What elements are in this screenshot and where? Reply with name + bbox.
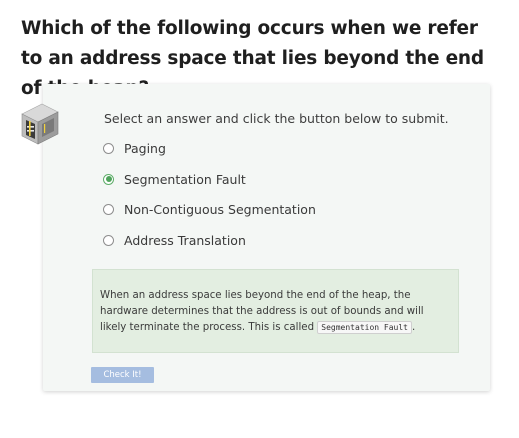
feedback-text-end: . [411,322,416,333]
option-label: Address Translation [124,232,246,248]
radio-button[interactable] [103,142,114,154]
option-label: Paging [124,140,166,156]
quiz-instructions: Select an answer and click the button be… [104,111,449,126]
option-address-translation[interactable]: Address Translation [103,231,246,249]
quiz-server-icon [21,103,59,145]
check-it-button[interactable]: Check It! [91,367,154,383]
feedback-code: Segmentation Fault [317,321,412,334]
option-segmentation-fault[interactable]: Segmentation Fault [103,170,246,188]
feedback-box: When an address space lies beyond the en… [92,269,459,353]
radio-button-selected[interactable] [103,173,114,185]
radio-button[interactable] [103,203,114,215]
option-label: Segmentation Fault [124,171,246,187]
option-non-contiguous-segmentation[interactable]: Non-Contiguous Segmentation [103,200,316,218]
option-paging[interactable]: Paging [103,139,166,157]
radio-button[interactable] [103,234,114,246]
option-label: Non-Contiguous Segmentation [124,201,316,217]
